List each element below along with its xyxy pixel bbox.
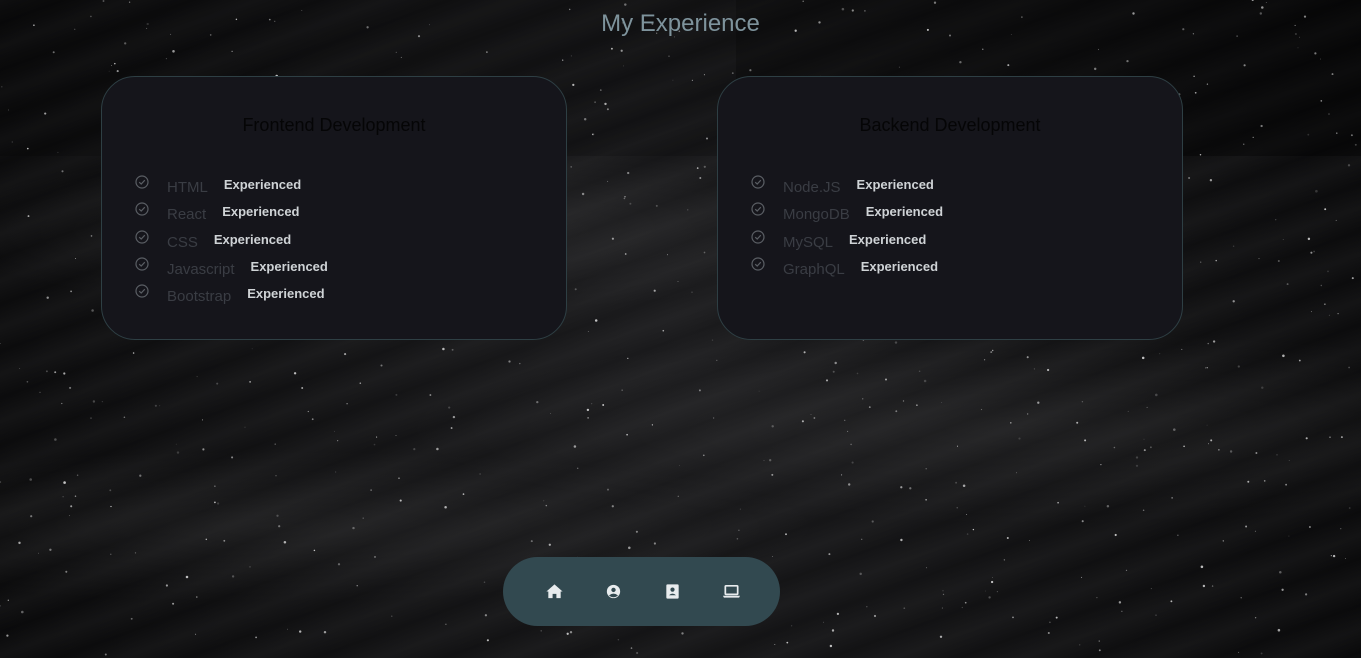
- skill-item: MongoDB Experienced: [751, 200, 943, 227]
- check-circle-icon: [751, 257, 765, 271]
- frontend-skill-list: HTML Experienced React Experienced CSS E…: [135, 173, 328, 309]
- skill-level: Experienced: [213, 231, 292, 247]
- nav-home-button[interactable]: [545, 582, 564, 601]
- skill-level: Experienced: [247, 286, 325, 302]
- skill-item: HTML Experienced: [135, 173, 328, 200]
- skill-item: GraphQL Experienced: [751, 255, 943, 282]
- user-circle-icon: [606, 584, 620, 599]
- laptop-icon: [722, 584, 740, 598]
- skill-name: React: [167, 206, 207, 224]
- skill-level: Experienced: [856, 177, 934, 192]
- bottom-nav-bar: [503, 557, 780, 626]
- skill-item: Node.JS Experienced: [751, 173, 943, 200]
- check-circle-icon: [135, 229, 149, 244]
- skill-level: Experienced: [223, 177, 302, 192]
- skill-level: Experienced: [865, 204, 944, 220]
- home-icon: [545, 584, 563, 599]
- backend-card: Backend Development Node.JS Experienced …: [717, 76, 1183, 340]
- skill-name: MongoDB: [783, 206, 850, 224]
- check-circle-icon: [135, 175, 149, 189]
- skill-name: Node.JS: [783, 179, 841, 196]
- check-circle-icon: [751, 229, 765, 244]
- backend-card-title: Backend Development: [859, 115, 1041, 135]
- skill-item: React Experienced: [135, 200, 328, 227]
- skill-name: Bootstrap: [167, 288, 232, 306]
- skill-name: GraphQL: [783, 260, 845, 278]
- check-circle-icon: [751, 175, 765, 189]
- skill-name: MySQL: [783, 233, 834, 251]
- check-circle-icon: [135, 257, 149, 271]
- check-circle-icon: [135, 202, 149, 216]
- skill-name: Javascript: [167, 260, 235, 278]
- frontend-card: Frontend Development HTML Experienced Re…: [101, 76, 567, 340]
- contact-book-icon: [665, 584, 679, 599]
- nav-about-button[interactable]: [604, 582, 623, 601]
- skill-level: Experienced: [860, 258, 939, 274]
- skill-level: Experienced: [250, 258, 328, 274]
- skill-item: Bootstrap Experienced: [135, 282, 328, 309]
- skill-item: Javascript Experienced: [135, 255, 328, 282]
- skill-level: Experienced: [222, 204, 300, 220]
- check-circle-icon: [751, 202, 765, 216]
- page-title: My Experience: [601, 10, 760, 37]
- skill-name: CSS: [167, 233, 198, 251]
- check-circle-icon: [135, 284, 149, 298]
- backend-skill-list: Node.JS Experienced MongoDB Experienced …: [751, 173, 943, 282]
- skill-level: Experienced: [849, 231, 927, 247]
- skill-item: MySQL Experienced: [751, 228, 943, 255]
- skill-item: CSS Experienced: [135, 228, 328, 255]
- nav-experience-button[interactable]: [722, 582, 741, 601]
- frontend-card-title: Frontend Development: [242, 115, 426, 135]
- skill-name: HTML: [167, 179, 208, 196]
- nav-contact-button[interactable]: [663, 582, 682, 601]
